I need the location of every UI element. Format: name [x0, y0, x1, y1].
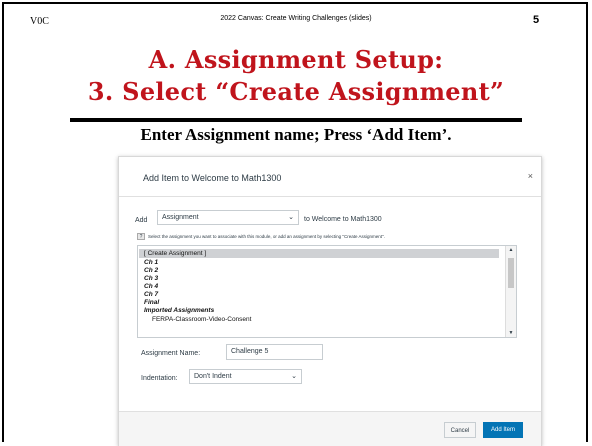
- close-icon[interactable]: ×: [528, 171, 533, 181]
- assignment-listbox[interactable]: [ Create Assignment ] Ch 1 Ch 2 Ch 3 Ch …: [137, 245, 517, 338]
- assignment-name-input[interactable]: Challenge 5: [226, 344, 323, 360]
- item-type-select[interactable]: Assignment ⌄: [157, 210, 299, 225]
- cancel-button[interactable]: Cancel: [444, 422, 476, 438]
- list-item[interactable]: Ch 7: [144, 291, 158, 298]
- add-label: Add: [135, 217, 148, 224]
- page-number: 5: [533, 14, 540, 26]
- help-text: Select the assignment you want to associ…: [148, 234, 385, 239]
- slide-subtitle: Enter Assignment name; Press ‘Add Item’.: [140, 125, 452, 144]
- list-item[interactable]: Ch 4: [144, 283, 158, 290]
- list-item[interactable]: Ch 2: [144, 267, 158, 274]
- add-item-dialog: Add Item to Welcome to Math1300 × Add As…: [118, 156, 542, 446]
- indentation-value: Don't Indent: [194, 373, 232, 380]
- list-item[interactable]: Final: [144, 299, 159, 306]
- dialog-title: Add Item to Welcome to Math1300: [143, 173, 282, 183]
- assignment-name-label: Assignment Name:: [141, 350, 201, 357]
- listbox-scrollbar[interactable]: ▲ ▼: [505, 246, 516, 337]
- dialog-footer: Cancel Add Item: [119, 411, 541, 446]
- to-module-text: to Welcome to Math1300: [304, 216, 382, 223]
- slide-header-title: 2022 Canvas: Create Writing Challenges (…: [220, 15, 372, 22]
- list-group-header: Imported Assignments: [144, 307, 215, 314]
- slide-title-line1: A. Assignment Setup:: [148, 45, 444, 74]
- chevron-down-icon: ⌄: [288, 214, 294, 221]
- scroll-thumb[interactable]: [508, 258, 514, 288]
- list-item-create-assignment[interactable]: [ Create Assignment ]: [144, 250, 206, 257]
- help-icon: ?: [137, 233, 145, 240]
- scroll-up-icon[interactable]: ▲: [506, 247, 516, 253]
- list-item[interactable]: Ch 3: [144, 275, 158, 282]
- indentation-select[interactable]: Don't Indent ⌄: [189, 369, 302, 384]
- item-type-value: Assignment: [162, 214, 199, 221]
- scroll-down-icon[interactable]: ▼: [506, 330, 516, 336]
- add-item-button[interactable]: Add Item: [483, 422, 523, 438]
- title-divider: [70, 118, 522, 122]
- slide-title-line2: 3. Select “Create Assignment”: [87, 77, 505, 106]
- dialog-divider: [119, 196, 541, 197]
- indentation-label: Indentation:: [141, 375, 178, 382]
- list-item[interactable]: FERPA-Classroom-Video-Consent: [152, 316, 251, 323]
- list-item[interactable]: Ch 1: [144, 259, 158, 266]
- chevron-down-icon: ⌄: [291, 373, 297, 380]
